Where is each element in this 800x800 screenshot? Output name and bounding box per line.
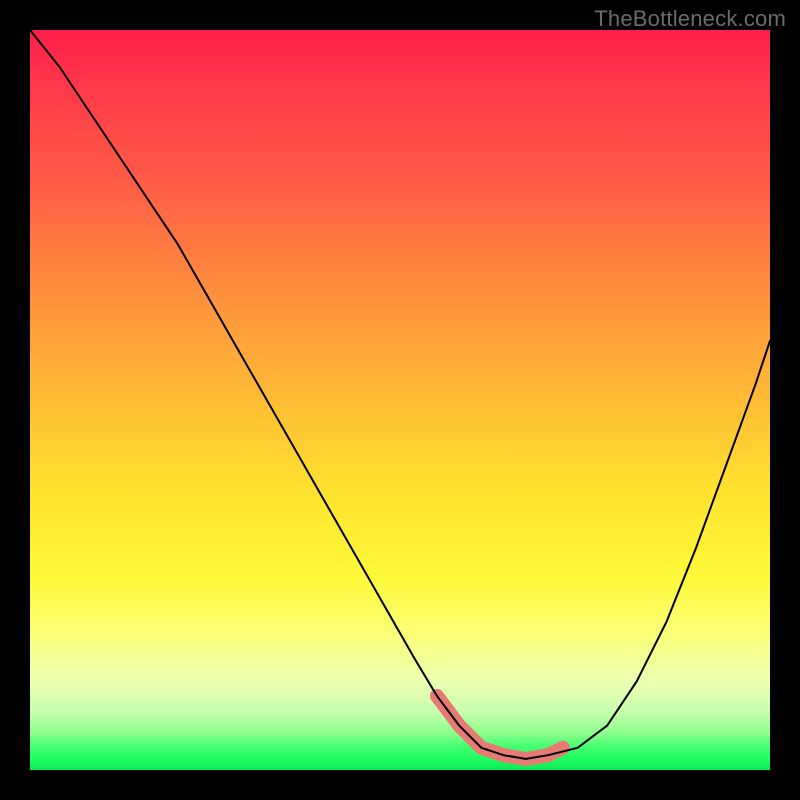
watermark-text: TheBottleneck.com: [594, 6, 786, 32]
bottleneck-curve: [30, 30, 770, 759]
curve-group: [30, 30, 770, 759]
highlight-group: [430, 689, 570, 759]
plot-svg: [30, 30, 770, 770]
chart-frame: TheBottleneck.com: [0, 0, 800, 800]
plot-area: [30, 30, 770, 770]
optimal-range-highlight: [437, 696, 563, 759]
